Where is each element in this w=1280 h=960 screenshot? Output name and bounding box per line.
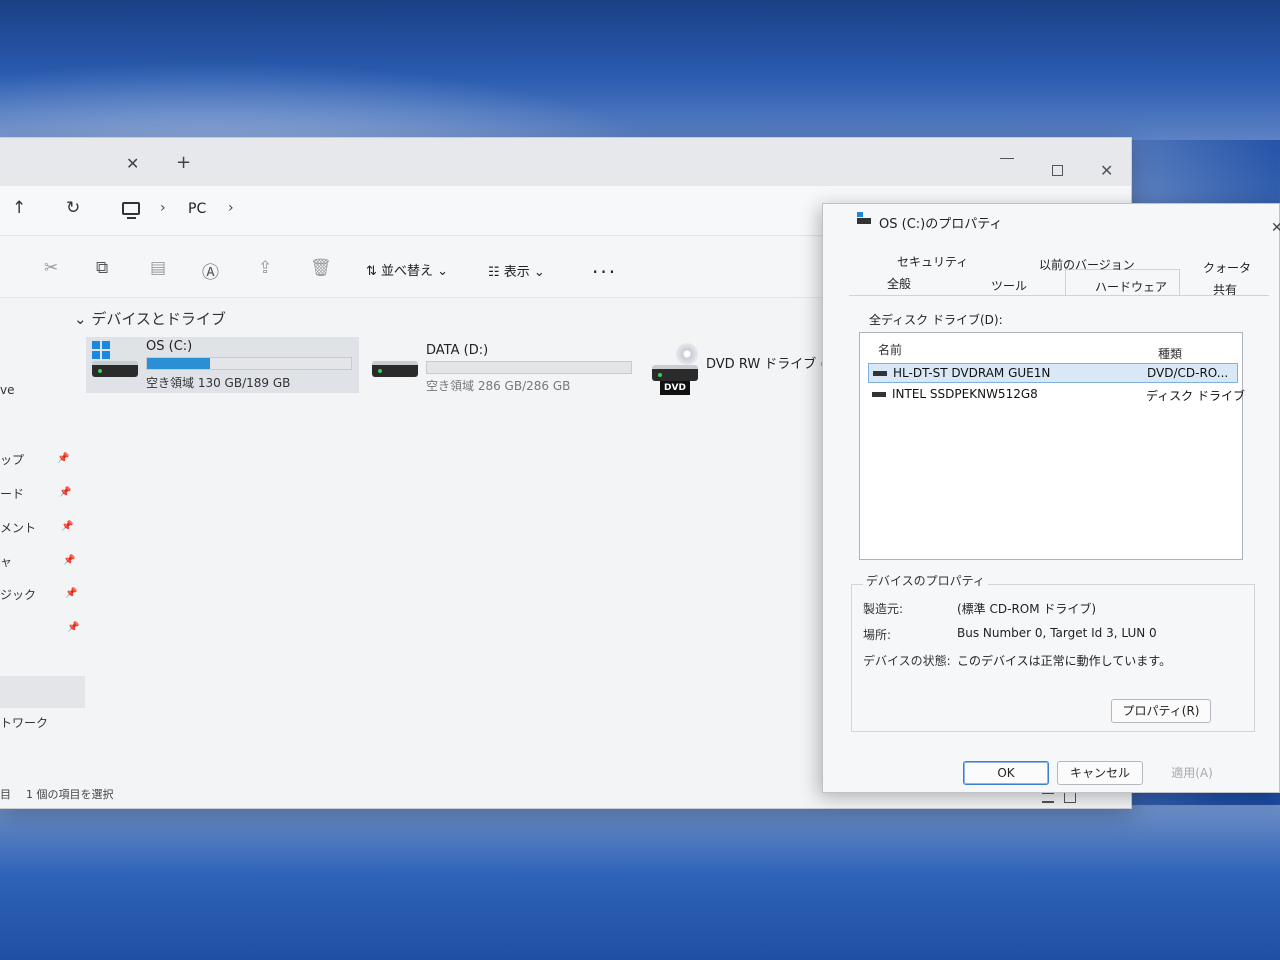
desktop-wallpaper-bottom bbox=[0, 805, 1280, 960]
group-title: デバイスのプロパティ bbox=[863, 572, 988, 589]
status-item-count: 目 bbox=[0, 788, 11, 801]
hard-drive-icon bbox=[92, 361, 138, 377]
status-bar-text: 1 個の項目を選択 bbox=[26, 788, 114, 801]
tab-divider bbox=[849, 295, 1269, 296]
copy-icon[interactable]: ⧉ bbox=[96, 258, 108, 278]
pin-icon: 📌 bbox=[57, 453, 70, 464]
breadcrumb-pc[interactable]: PC bbox=[188, 201, 206, 217]
apply-button[interactable]: 適用(A) bbox=[1149, 761, 1235, 785]
tab-tools[interactable]: ツール bbox=[991, 277, 1027, 294]
tab-bar: ✕ + ✕ bbox=[0, 138, 1131, 186]
drive-icon bbox=[872, 392, 886, 397]
paste-icon[interactable]: ▤ bbox=[150, 258, 166, 278]
delete-icon[interactable]: 🗑 bbox=[310, 258, 332, 278]
tab-hardware[interactable]: ハードウェア bbox=[1095, 278, 1167, 295]
pin-icon: 📌 bbox=[67, 622, 80, 633]
dialog-title: OS (C:)のプロパティ bbox=[879, 217, 1003, 232]
new-tab-icon[interactable]: + bbox=[176, 152, 191, 173]
device-properties-button[interactable]: プロパティ(R) bbox=[1111, 699, 1211, 723]
sidebar-item-desktop[interactable]: ップ bbox=[0, 451, 24, 468]
optical-drive-icon bbox=[652, 365, 698, 381]
drive-free-space: 空き領域 286 GB/286 GB bbox=[426, 379, 571, 393]
details-view-icon[interactable] bbox=[1042, 792, 1054, 803]
hard-drive-icon bbox=[372, 361, 418, 377]
prop-label-location: 場所: bbox=[863, 628, 892, 642]
sidebar-item-pictures[interactable]: ャ bbox=[0, 553, 12, 570]
close-icon[interactable]: ✕ bbox=[1271, 220, 1280, 236]
dvd-disc-icon bbox=[676, 343, 698, 365]
tiles-view-icon[interactable] bbox=[1064, 792, 1076, 803]
tab-general[interactable]: 全般 bbox=[887, 275, 911, 292]
sort-button[interactable]: ⇅ 並べ替え ⌄ bbox=[366, 260, 448, 279]
pin-icon: 📌 bbox=[59, 487, 72, 498]
sidebar-item-downloads[interactable]: ード bbox=[0, 485, 24, 502]
view-button[interactable]: ☷ 表示 ⌄ bbox=[488, 261, 545, 280]
disk-list-label: 全ディスク ドライブ(D): bbox=[869, 313, 1003, 327]
device-name: HL-DT-ST DVDRAM GUE1N bbox=[893, 366, 1051, 380]
pin-icon: 📌 bbox=[61, 521, 74, 532]
cut-icon[interactable]: ✂ bbox=[44, 258, 58, 278]
drive-name: DATA (D:) bbox=[426, 343, 489, 358]
sidebar-item-music[interactable]: ジック bbox=[0, 586, 36, 603]
rename-icon[interactable]: Ⓐ bbox=[202, 258, 219, 283]
refresh-icon[interactable]: ↻ bbox=[66, 198, 80, 218]
device-type: ディスク ドライブ bbox=[1146, 389, 1245, 403]
sidebar-item-documents[interactable]: メント bbox=[0, 519, 36, 536]
close-tab-icon[interactable]: ✕ bbox=[126, 154, 139, 173]
monitor-icon[interactable] bbox=[122, 202, 140, 219]
drive-name: OS (C:) bbox=[146, 339, 193, 354]
drive-usage-bar bbox=[146, 357, 352, 370]
sidebar-item-onedrive[interactable]: ve bbox=[0, 383, 14, 397]
sidebar-item-network[interactable]: トワーク bbox=[0, 714, 48, 731]
prop-label-status: デバイスの状態: bbox=[863, 654, 951, 668]
share-icon[interactable]: ⇪ bbox=[258, 258, 272, 278]
ok-button[interactable]: OK bbox=[963, 761, 1049, 785]
dvd-badge: DVD bbox=[660, 381, 690, 395]
prop-value-location: Bus Number 0, Target Id 3, LUN 0 bbox=[957, 626, 1157, 640]
column-header-name[interactable]: 名前 bbox=[878, 341, 902, 358]
disk-drive-list[interactable]: 名前 種類 HL-DT-ST DVDRAM GUE1N DVD/CD-RO...… bbox=[859, 332, 1245, 560]
list-item[interactable]: HL-DT-ST DVDRAM GUE1N DVD/CD-RO... bbox=[868, 363, 1238, 383]
up-arrow-icon[interactable]: ↑ bbox=[12, 198, 26, 218]
sidebar-item-this-pc[interactable] bbox=[0, 676, 85, 708]
list-item[interactable]: INTEL SSDPEKNW512G8 ディスク ドライブ bbox=[868, 385, 1245, 405]
prop-label-manufacturer: 製造元: bbox=[863, 602, 904, 616]
drive-properties-dialog: OS (C:)のプロパティ ✕ セキュリティ 以前のバージョン クォータ 全般 … bbox=[822, 203, 1280, 793]
drive-icon bbox=[857, 212, 871, 224]
chevron-right-icon[interactable]: › bbox=[228, 200, 234, 216]
tab-quota[interactable]: クォータ bbox=[1203, 259, 1251, 276]
prop-value-manufacturer: (標準 CD-ROM ドライブ) bbox=[957, 602, 1097, 616]
drive-free-space: 空き領域 130 GB/189 GB bbox=[146, 376, 291, 390]
column-header-type[interactable]: 種類 bbox=[1158, 345, 1182, 362]
device-type: DVD/CD-RO... bbox=[1147, 366, 1229, 380]
chevron-right-icon[interactable]: › bbox=[160, 200, 166, 216]
close-window-icon[interactable]: ✕ bbox=[1100, 161, 1113, 180]
cancel-button[interactable]: キャンセル bbox=[1057, 761, 1143, 785]
drive-icon bbox=[873, 371, 887, 376]
windows-logo-icon bbox=[92, 341, 110, 359]
drive-c[interactable]: OS (C:) 空き領域 130 GB/189 GB bbox=[86, 337, 359, 393]
drive-usage-bar bbox=[426, 361, 632, 374]
minimize-icon[interactable] bbox=[1000, 158, 1014, 159]
pin-icon: 📌 bbox=[65, 588, 78, 599]
device-name: INTEL SSDPEKNW512G8 bbox=[892, 387, 1038, 401]
tab-security[interactable]: セキュリティ bbox=[897, 253, 968, 270]
drive-usage-fill bbox=[147, 358, 211, 369]
drive-d[interactable]: DATA (D:) 空き領域 286 GB/286 GB bbox=[366, 337, 638, 393]
prop-value-status: このデバイスは正常に動作しています。 bbox=[957, 654, 1172, 668]
more-options-button[interactable]: ... bbox=[592, 254, 617, 278]
maximize-icon[interactable] bbox=[1052, 165, 1063, 176]
drive-e[interactable]: DVD DVD RW ドライブ (E:) bbox=[646, 343, 843, 399]
pin-icon: 📌 bbox=[63, 555, 76, 566]
tab-previous-versions[interactable]: 以前のバージョン bbox=[1039, 256, 1135, 273]
section-devices-and-drives[interactable]: ⌄ デバイスとドライブ bbox=[74, 308, 226, 329]
